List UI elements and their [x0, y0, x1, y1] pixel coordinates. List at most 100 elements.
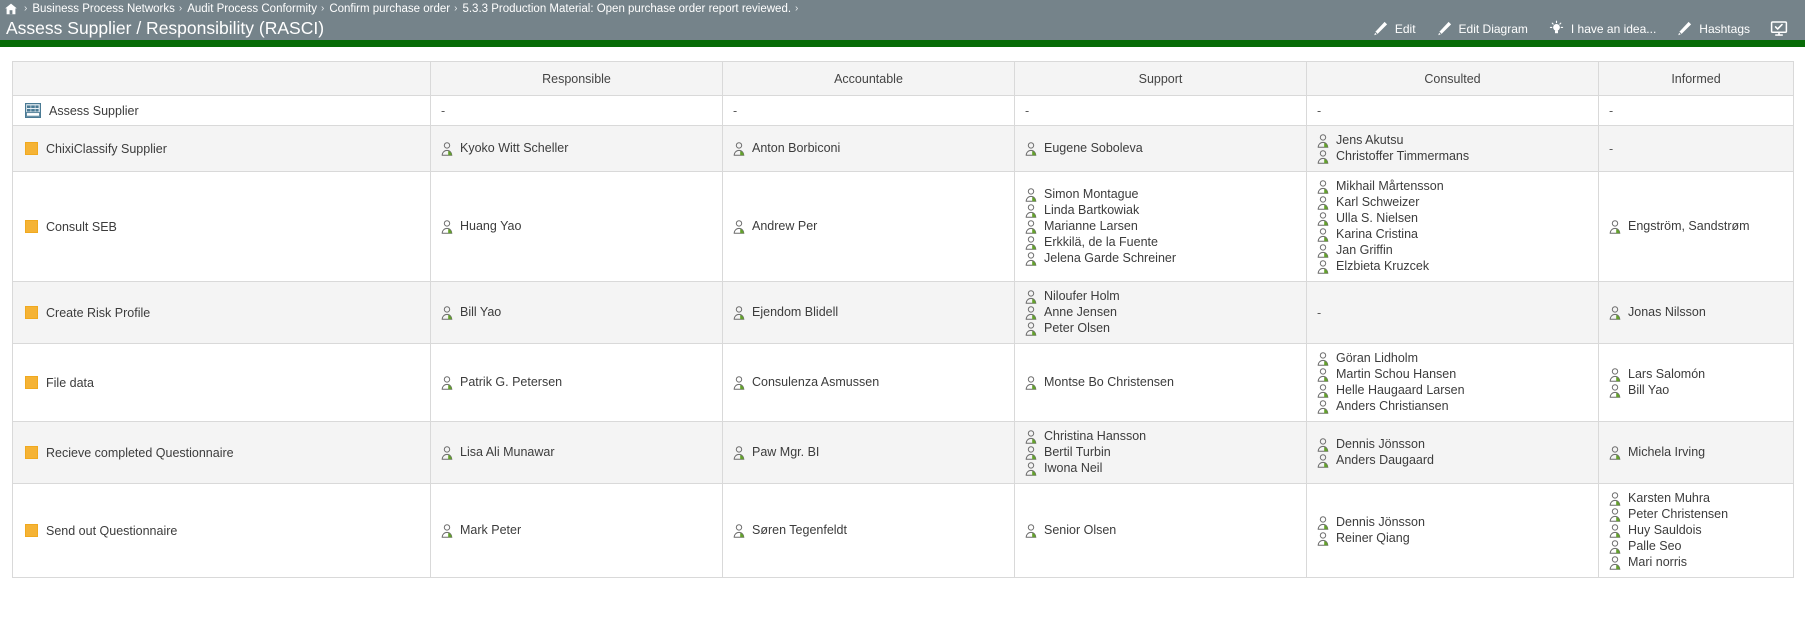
- person-entry[interactable]: Anders Daugaard: [1317, 453, 1588, 468]
- person-entry[interactable]: Dennis Jönsson: [1317, 515, 1588, 530]
- person-entry[interactable]: Peter Christensen: [1609, 507, 1783, 522]
- hashtags-button[interactable]: Hashtags: [1670, 18, 1764, 39]
- person-entry[interactable]: Anton Borbiconi: [733, 141, 1004, 156]
- presentation-mode-button[interactable]: [1764, 18, 1799, 39]
- task-cell[interactable]: ChixiClassify Supplier: [12, 125, 431, 172]
- responsible-cell[interactable]: Mark Peter: [430, 483, 723, 578]
- consulted-cell[interactable]: Göran Lidholm Martin Schou Hansen Helle Ha…: [1306, 343, 1599, 422]
- person-entry[interactable]: Karsten Muhra: [1609, 491, 1783, 506]
- responsible-cell[interactable]: Bill Yao: [430, 281, 723, 344]
- person-entry[interactable]: Marianne Larsen: [1025, 219, 1296, 234]
- person-entry[interactable]: Engström, Sandstrøm: [1609, 219, 1783, 234]
- support-cell[interactable]: Christina Hansson Bertil Turbin Iwona Neil: [1014, 421, 1307, 484]
- responsible-cell[interactable]: Lisa Ali Munawar: [430, 421, 723, 484]
- person-entry[interactable]: Reiner Qiang: [1317, 531, 1588, 546]
- accountable-cell[interactable]: -: [722, 95, 1015, 126]
- table-row[interactable]: File data Patrik G. Petersen Consulenza As…: [12, 343, 1794, 422]
- person-entry[interactable]: Simon Montague: [1025, 187, 1296, 202]
- table-row[interactable]: Create Risk Profile Bill Yao Ejendom Blide…: [12, 281, 1794, 344]
- person-entry[interactable]: Jan Griffin: [1317, 243, 1588, 258]
- accountable-cell[interactable]: Andrew Per: [722, 171, 1015, 282]
- person-entry[interactable]: Dennis Jönsson: [1317, 437, 1588, 452]
- accountable-cell[interactable]: Ejendom Blidell: [722, 281, 1015, 344]
- consulted-cell[interactable]: -: [1306, 95, 1599, 126]
- person-entry[interactable]: Niloufer Holm: [1025, 289, 1296, 304]
- person-entry[interactable]: Senior Olsen: [1025, 523, 1296, 538]
- accountable-cell[interactable]: Paw Mgr. BI: [722, 421, 1015, 484]
- support-cell[interactable]: Eugene Soboleva: [1014, 125, 1307, 172]
- accountable-cell[interactable]: Consulenza Asmussen: [722, 343, 1015, 422]
- person-entry[interactable]: Bill Yao: [441, 305, 712, 320]
- person-entry[interactable]: Patrik G. Petersen: [441, 375, 712, 390]
- person-entry[interactable]: Michela Irving: [1609, 445, 1783, 460]
- responsible-cell[interactable]: Patrik G. Petersen: [430, 343, 723, 422]
- person-entry[interactable]: Huy Sauldois: [1609, 523, 1783, 538]
- person-entry[interactable]: Christoffer Timmermans: [1317, 149, 1588, 164]
- support-cell[interactable]: Simon Montague Linda Bartkowiak Marianne L…: [1014, 171, 1307, 282]
- person-entry[interactable]: Andrew Per: [733, 219, 1004, 234]
- support-cell[interactable]: -: [1014, 95, 1307, 126]
- table-row[interactable]: Send out Questionnaire Mark Peter Søren Te…: [12, 483, 1794, 578]
- informed-cell[interactable]: -: [1598, 95, 1794, 126]
- person-entry[interactable]: Eugene Soboleva: [1025, 141, 1296, 156]
- home-icon[interactable]: [4, 2, 18, 16]
- person-entry[interactable]: Linda Bartkowiak: [1025, 203, 1296, 218]
- person-entry[interactable]: Paw Mgr. BI: [733, 445, 1004, 460]
- person-entry[interactable]: Bertil Turbin: [1025, 445, 1296, 460]
- task-cell[interactable]: Recieve completed Questionnaire: [12, 421, 431, 484]
- table-row[interactable]: Consult SEB Huang Yao Andrew Per Simon Mont…: [12, 171, 1794, 282]
- table-row[interactable]: Assess Supplier - - - - -: [12, 95, 1794, 126]
- person-entry[interactable]: Søren Tegenfeldt: [733, 523, 1004, 538]
- informed-cell[interactable]: Michela Irving: [1598, 421, 1794, 484]
- consulted-cell[interactable]: -: [1306, 281, 1599, 344]
- person-entry[interactable]: Jens Akutsu: [1317, 133, 1588, 148]
- person-entry[interactable]: Ejendom Blidell: [733, 305, 1004, 320]
- person-entry[interactable]: Helle Haugaard Larsen: [1317, 383, 1588, 398]
- person-entry[interactable]: Palle Seo: [1609, 539, 1783, 554]
- person-entry[interactable]: Mikhail Mårtensson: [1317, 179, 1588, 194]
- informed-cell[interactable]: Lars Salomón Bill Yao: [1598, 343, 1794, 422]
- edit-button[interactable]: Edit: [1366, 18, 1430, 39]
- person-entry[interactable]: Anne Jensen: [1025, 305, 1296, 320]
- person-entry[interactable]: Montse Bo Christensen: [1025, 375, 1296, 390]
- person-entry[interactable]: Elzbieta Kruzcek: [1317, 259, 1588, 274]
- person-entry[interactable]: Jelena Garde Schreiner: [1025, 251, 1296, 266]
- table-row[interactable]: ChixiClassify Supplier Kyoko Witt Schelle…: [12, 125, 1794, 172]
- person-entry[interactable]: Consulenza Asmussen: [733, 375, 1004, 390]
- accountable-cell[interactable]: Anton Borbiconi: [722, 125, 1015, 172]
- person-entry[interactable]: Ulla S. Nielsen: [1317, 211, 1588, 226]
- consulted-cell[interactable]: Jens Akutsu Christoffer Timmermans: [1306, 125, 1599, 172]
- person-entry[interactable]: Lars Salomón: [1609, 367, 1783, 382]
- person-entry[interactable]: Huang Yao: [441, 219, 712, 234]
- task-cell[interactable]: File data: [12, 343, 431, 422]
- person-entry[interactable]: Bill Yao: [1609, 383, 1783, 398]
- person-entry[interactable]: Anders Christiansen: [1317, 399, 1588, 414]
- edit-diagram-button[interactable]: Edit Diagram: [1430, 18, 1542, 39]
- person-entry[interactable]: Peter Olsen: [1025, 321, 1296, 336]
- consulted-cell[interactable]: Dennis Jönsson Anders Daugaard: [1306, 421, 1599, 484]
- support-cell[interactable]: Senior Olsen: [1014, 483, 1307, 578]
- task-cell[interactable]: Consult SEB: [12, 171, 431, 282]
- table-row[interactable]: Recieve completed Questionnaire Lisa Ali …: [12, 421, 1794, 484]
- person-entry[interactable]: Erkkilä, de la Fuente: [1025, 235, 1296, 250]
- task-cell[interactable]: Send out Questionnaire: [12, 483, 431, 578]
- informed-cell[interactable]: Karsten Muhra Peter Christensen Huy Sauldo…: [1598, 483, 1794, 578]
- breadcrumb-item-1[interactable]: Audit Process Conformity: [187, 1, 317, 17]
- person-entry[interactable]: Martin Schou Hansen: [1317, 367, 1588, 382]
- responsible-cell[interactable]: Huang Yao: [430, 171, 723, 282]
- person-entry[interactable]: Göran Lidholm: [1317, 351, 1588, 366]
- person-entry[interactable]: Mari norris: [1609, 555, 1783, 570]
- responsible-cell[interactable]: Kyoko Witt Scheller: [430, 125, 723, 172]
- informed-cell[interactable]: -: [1598, 125, 1794, 172]
- breadcrumb-item-3[interactable]: 5.3.3 Production Material: Open purchase…: [462, 1, 791, 17]
- task-cell[interactable]: Create Risk Profile: [12, 281, 431, 344]
- person-entry[interactable]: Kyoko Witt Scheller: [441, 141, 712, 156]
- accountable-cell[interactable]: Søren Tegenfeldt: [722, 483, 1015, 578]
- person-entry[interactable]: Mark Peter: [441, 523, 712, 538]
- breadcrumb-item-2[interactable]: Confirm purchase order: [329, 1, 450, 17]
- consulted-cell[interactable]: Mikhail Mårtensson Karl Schweizer Ulla S. …: [1306, 171, 1599, 282]
- person-entry[interactable]: Iwona Neil: [1025, 461, 1296, 476]
- person-entry[interactable]: Christina Hansson: [1025, 429, 1296, 444]
- breadcrumb-item-0[interactable]: Business Process Networks: [32, 1, 175, 17]
- person-entry[interactable]: Jonas Nilsson: [1609, 305, 1783, 320]
